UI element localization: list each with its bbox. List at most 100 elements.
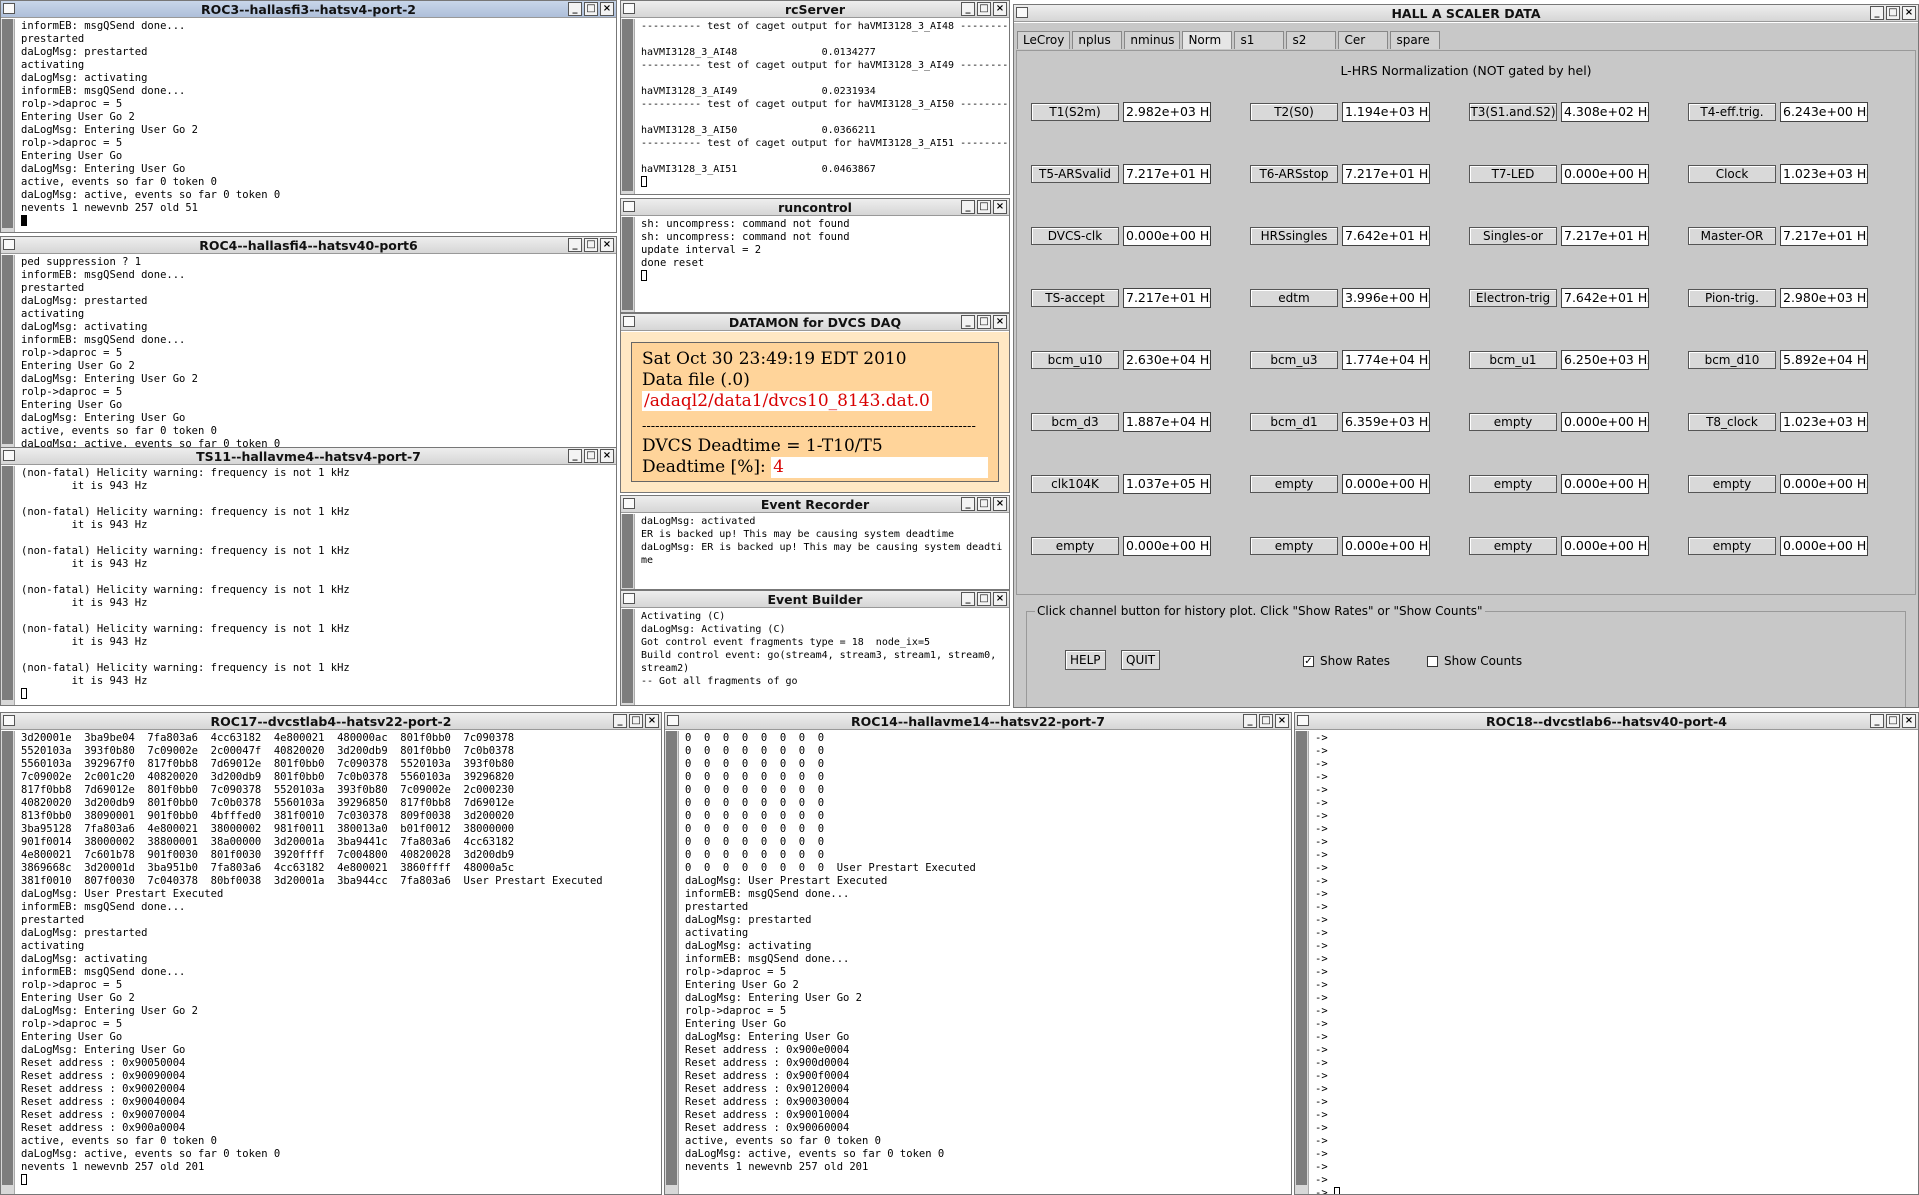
channel-button[interactable]: Singles-or bbox=[1469, 227, 1557, 245]
terminal-output[interactable]: sh: uncompress: command not found sh: unc… bbox=[635, 217, 1009, 312]
channel-rate-field[interactable]: 1.774e+04 Hz bbox=[1342, 350, 1430, 370]
window-menu-icon[interactable] bbox=[1297, 715, 1309, 726]
scrollbar[interactable] bbox=[621, 609, 635, 705]
scrollbar-thumb[interactable] bbox=[622, 609, 633, 704]
command-prompt[interactable]: -> bbox=[1315, 1187, 1916, 1194]
tab-norm[interactable]: Norm bbox=[1182, 31, 1233, 49]
roc17-titlebar[interactable]: ROC17--dvcstlab4--hatsv22-port-2 _ □ × bbox=[1, 713, 661, 730]
terminal-output[interactable]: (non-fatal) Helicity warning: frequency … bbox=[15, 466, 616, 705]
window-menu-icon[interactable] bbox=[3, 3, 15, 14]
channel-button[interactable]: DVCS-clk bbox=[1031, 227, 1119, 245]
maximize-icon[interactable]: □ bbox=[977, 497, 991, 511]
scrollbar[interactable] bbox=[1, 255, 15, 448]
minimize-icon[interactable]: _ bbox=[1870, 6, 1884, 20]
scrollbar-thumb[interactable] bbox=[622, 217, 633, 311]
tab-s2[interactable]: s2 bbox=[1286, 31, 1337, 49]
channel-rate-field[interactable]: 1.023e+03 Hz bbox=[1780, 164, 1868, 184]
terminal-output[interactable]: 3d20001e 3ba9be04 7fa803a6 4cc63182 4e80… bbox=[15, 731, 661, 1194]
channel-button[interactable]: T1(S2m) bbox=[1031, 103, 1119, 121]
channel-rate-field[interactable]: 0.000e+00 Hz bbox=[1561, 536, 1649, 556]
channel-rate-field[interactable]: 7.217e+01 Hz bbox=[1561, 226, 1649, 246]
channel-rate-field[interactable]: 0.000e+00 Hz bbox=[1561, 412, 1649, 432]
channel-button[interactable]: T4-eff.trig. bbox=[1688, 103, 1776, 121]
minimize-icon[interactable]: _ bbox=[568, 2, 582, 16]
channel-rate-field[interactable]: 0.000e+00 Hz bbox=[1123, 536, 1211, 556]
close-icon[interactable]: × bbox=[1902, 6, 1916, 20]
channel-rate-field[interactable]: 0.000e+00 Hz bbox=[1342, 474, 1430, 494]
maximize-icon[interactable]: □ bbox=[584, 449, 598, 463]
terminal-output[interactable]: ---------- test of caget output for haVM… bbox=[635, 19, 1009, 194]
channel-button[interactable]: bcm_u3 bbox=[1250, 351, 1338, 369]
show-counts-checkbox[interactable]: Show Counts bbox=[1427, 654, 1522, 668]
channel-button[interactable]: empty bbox=[1031, 537, 1119, 555]
roc4-titlebar[interactable]: ROC4--hallasfi4--hatsv40-port6 _ □ × bbox=[1, 237, 616, 254]
scrollbar-thumb[interactable] bbox=[622, 514, 633, 588]
minimize-icon[interactable]: _ bbox=[961, 592, 975, 606]
channel-rate-field[interactable]: 2.630e+04 Hz bbox=[1123, 350, 1211, 370]
channel-button[interactable]: bcm_d10 bbox=[1688, 351, 1776, 369]
quit-button[interactable]: QUIT bbox=[1121, 650, 1161, 670]
channel-rate-field[interactable]: 0.000e+00 Hz bbox=[1561, 474, 1649, 494]
maximize-icon[interactable]: □ bbox=[977, 315, 991, 329]
maximize-icon[interactable]: □ bbox=[1886, 6, 1900, 20]
channel-rate-field[interactable]: 6.243e+00 Hz bbox=[1780, 102, 1868, 122]
minimize-icon[interactable]: _ bbox=[961, 497, 975, 511]
channel-button[interactable]: empty bbox=[1469, 475, 1557, 493]
maximize-icon[interactable]: □ bbox=[1259, 714, 1273, 728]
minimize-icon[interactable]: _ bbox=[1870, 714, 1884, 728]
maximize-icon[interactable]: □ bbox=[629, 714, 643, 728]
tab-lecroy[interactable]: LeCroy bbox=[1017, 31, 1071, 49]
close-icon[interactable]: × bbox=[645, 714, 659, 728]
tab-nplus[interactable]: nplus bbox=[1072, 31, 1123, 49]
channel-rate-field[interactable]: 7.217e+01 Hz bbox=[1780, 226, 1868, 246]
channel-rate-field[interactable]: 7.217e+01 Hz bbox=[1123, 288, 1211, 308]
scrollbar-thumb[interactable] bbox=[666, 731, 677, 1185]
channel-button[interactable]: bcm_d3 bbox=[1031, 413, 1119, 431]
window-menu-icon[interactable] bbox=[623, 498, 635, 509]
command-prompt[interactable] bbox=[21, 688, 614, 701]
channel-rate-field[interactable]: 7.217e+01 Hz bbox=[1342, 164, 1430, 184]
event-recorder-titlebar[interactable]: Event Recorder _ □ × bbox=[621, 496, 1009, 513]
close-icon[interactable]: × bbox=[1902, 714, 1916, 728]
channel-rate-field[interactable]: 3.996e+00 Hz bbox=[1342, 288, 1430, 308]
tab-cer[interactable]: Cer bbox=[1338, 31, 1389, 49]
close-icon[interactable]: × bbox=[993, 592, 1007, 606]
scaler-titlebar[interactable]: HALL A SCALER DATA _ □ × bbox=[1014, 5, 1918, 22]
checkbox-icon[interactable] bbox=[1427, 655, 1438, 667]
window-menu-icon[interactable] bbox=[623, 593, 635, 604]
datamon-titlebar[interactable]: DATAMON for DVCS DAQ _ □ × bbox=[621, 314, 1009, 331]
channel-button[interactable]: empty bbox=[1469, 537, 1557, 555]
minimize-icon[interactable]: _ bbox=[961, 200, 975, 214]
channel-rate-field[interactable]: 0.000e+00 Hz bbox=[1342, 536, 1430, 556]
tab-spare[interactable]: spare bbox=[1390, 31, 1441, 49]
channel-button[interactable]: empty bbox=[1250, 475, 1338, 493]
scrollbar[interactable] bbox=[1295, 731, 1309, 1194]
command-prompt[interactable] bbox=[641, 270, 1007, 283]
channel-button[interactable]: Pion-trig. bbox=[1688, 289, 1776, 307]
channel-rate-field[interactable]: 0.000e+00 Hz bbox=[1780, 474, 1868, 494]
roc18-titlebar[interactable]: ROC18--dvcstlab6--hatsv40-port-4 _ □ × bbox=[1295, 713, 1918, 730]
scrollbar-thumb[interactable] bbox=[622, 19, 633, 191]
maximize-icon[interactable]: □ bbox=[584, 238, 598, 252]
channel-rate-field[interactable]: 2.980e+03 Hz bbox=[1780, 288, 1868, 308]
channel-button[interactable]: T6-ARSstop bbox=[1250, 165, 1338, 183]
channel-button[interactable]: bcm_u10 bbox=[1031, 351, 1119, 369]
window-menu-icon[interactable] bbox=[667, 715, 679, 726]
minimize-icon[interactable]: _ bbox=[568, 238, 582, 252]
maximize-icon[interactable]: □ bbox=[977, 2, 991, 16]
channel-rate-field[interactable]: 0.000e+00 Hz bbox=[1780, 536, 1868, 556]
maximize-icon[interactable]: □ bbox=[1886, 714, 1900, 728]
scrollbar[interactable] bbox=[665, 731, 679, 1194]
scrollbar-thumb[interactable] bbox=[2, 255, 13, 445]
runcontrol-titlebar[interactable]: runcontrol _ □ × bbox=[621, 199, 1009, 216]
close-icon[interactable]: × bbox=[993, 200, 1007, 214]
channel-button[interactable]: T2(S0) bbox=[1250, 103, 1338, 121]
channel-rate-field[interactable]: 7.642e+01 Hz bbox=[1342, 226, 1430, 246]
channel-rate-field[interactable]: 0.000e+00 Hz bbox=[1123, 226, 1211, 246]
window-menu-icon[interactable] bbox=[623, 316, 635, 327]
channel-rate-field[interactable]: 1.194e+03 Hz bbox=[1342, 102, 1430, 122]
channel-button[interactable]: bcm_u1 bbox=[1469, 351, 1557, 369]
channel-button[interactable]: edtm bbox=[1250, 289, 1338, 307]
scrollbar[interactable] bbox=[1, 19, 15, 232]
channel-button[interactable]: T3(S1.and.S2) bbox=[1469, 103, 1557, 121]
